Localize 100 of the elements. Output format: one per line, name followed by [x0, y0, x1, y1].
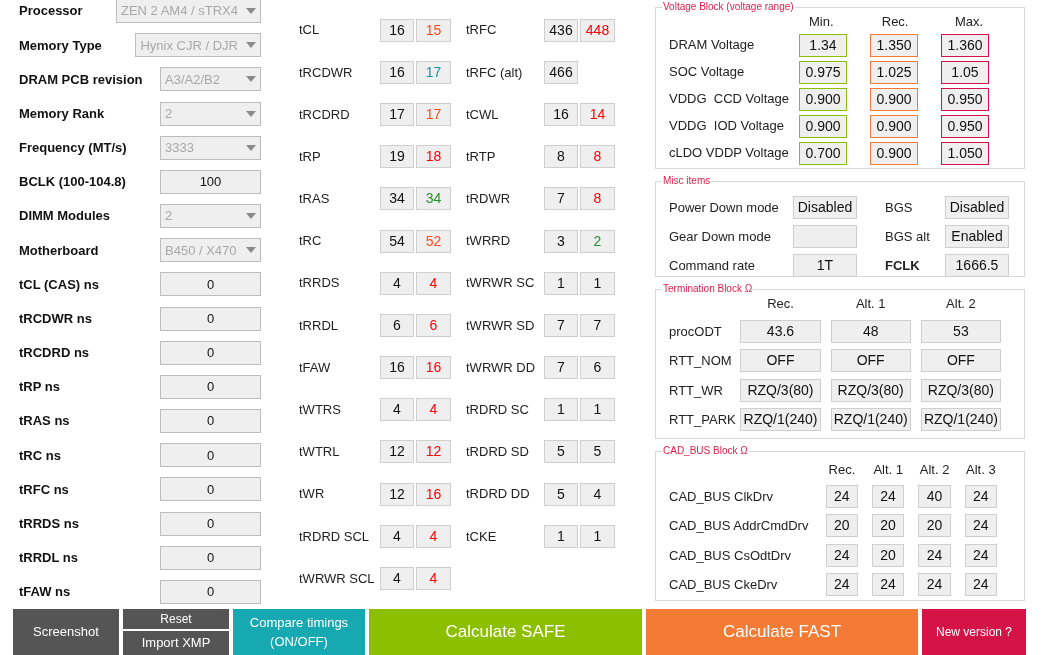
- timing-alt-value: 448: [580, 18, 615, 42]
- timing-label: tWRWR SC: [466, 274, 536, 293]
- caret-icon: [246, 110, 256, 117]
- termination-value: 43.6: [740, 319, 821, 343]
- cad-bus-label: CAD_BUS AddrCmdDrv: [669, 517, 810, 535]
- import-button[interactable]: Import XMP: [123, 631, 229, 655]
- termination-value: RZQ/3(80): [830, 378, 911, 402]
- voltage-value: 1.05: [941, 60, 989, 84]
- setting-label: Frequency (MT/s): [19, 139, 127, 157]
- timing-alt-value: 14: [580, 102, 615, 126]
- timing-alt-value: 4: [416, 398, 451, 422]
- timing-value: 17: [380, 102, 414, 126]
- timing-alt-value: 4: [580, 482, 615, 506]
- setting-label: Processor: [19, 2, 83, 21]
- voltage-value: 1.025: [870, 60, 918, 84]
- input-field[interactable]: 0: [160, 545, 261, 570]
- timing-value: 4: [380, 398, 414, 422]
- input-field[interactable]: 0: [160, 580, 261, 604]
- timing-value: 7: [544, 187, 578, 211]
- cad-bus-value: 24: [964, 514, 997, 538]
- timing-value: 466: [544, 60, 578, 84]
- column-header: Rec.: [827, 461, 857, 479]
- setting-label: tRFC ns: [19, 480, 69, 499]
- timing-alt-value: 15: [416, 18, 451, 42]
- setting-label: tRCDWR ns: [19, 309, 92, 328]
- voltage-value: 0.900: [799, 114, 847, 138]
- termination-value: 48: [830, 319, 911, 343]
- misc-value: 1T: [793, 254, 857, 277]
- timing-value: 6: [380, 313, 414, 337]
- termination-value: RZQ/3(80): [920, 378, 1001, 402]
- timing-alt-value: 1: [580, 398, 615, 422]
- timing-value: 1: [544, 398, 578, 422]
- misc-label: FCLK: [885, 256, 921, 275]
- voltage-label: cLDO VDDP Voltage: [669, 144, 790, 163]
- reset-button[interactable]: Reset: [123, 609, 229, 629]
- termination-value: OFF: [830, 349, 911, 373]
- timing-value: 1: [544, 271, 578, 295]
- cad-bus-value: 24: [825, 484, 858, 508]
- cad-bus-value: 40: [918, 484, 951, 508]
- cad-bus-value: 24: [964, 573, 997, 597]
- input-field[interactable]: 0: [160, 340, 261, 365]
- timing-alt-value: 5: [580, 440, 615, 464]
- misc-label: Command rate: [669, 256, 756, 275]
- termination-label: RTT_NOM: [669, 352, 733, 370]
- timing-value: 12: [380, 440, 414, 464]
- timing-label: tRC: [299, 232, 323, 251]
- misc-label: BGS alt: [885, 227, 931, 246]
- voltage-value: 0.975: [799, 60, 847, 84]
- cad-bus-value: 24: [871, 484, 905, 508]
- cad-bus-value: 24: [871, 573, 905, 597]
- setting-label: tCL (CAS) ns: [19, 275, 99, 294]
- setting-label: BCLK (100-104.8): [19, 173, 126, 192]
- cad-bus-value: 24: [918, 543, 951, 567]
- caret-icon: [246, 213, 256, 220]
- cad-bus-value: 24: [964, 543, 997, 567]
- input-field[interactable]: 0: [160, 272, 261, 297]
- input-field[interactable]: 0: [160, 374, 261, 399]
- voltage-value: 1.360: [941, 33, 989, 57]
- timing-label: tFAW: [299, 358, 332, 377]
- cad-bus-value: 20: [871, 514, 905, 538]
- new-button[interactable]: New version ?: [922, 609, 1026, 655]
- cad-bus-label: CAD_BUS ClkDrv: [669, 487, 774, 506]
- column-header: Rec.: [766, 295, 795, 313]
- timing-label: tWRWR DD: [466, 358, 537, 377]
- cad-bus-label: CAD_BUS CkeDrv: [669, 576, 779, 594]
- timing-value: 5: [544, 440, 578, 464]
- timing-value: 5: [544, 482, 578, 506]
- timing-alt-value: 8: [580, 145, 615, 169]
- input-field[interactable]: 0: [160, 511, 261, 536]
- timing-label: tWR: [299, 485, 326, 504]
- termination-value: OFF: [740, 349, 821, 373]
- voltage-value: 0.900: [870, 114, 918, 138]
- input-field[interactable]: 0: [160, 477, 261, 502]
- empty-value-box: [793, 225, 857, 248]
- termination-value: RZQ/1(240): [920, 408, 1001, 432]
- voltage-value: 1.350: [870, 33, 918, 57]
- termination-value: RZQ/3(80): [740, 378, 821, 402]
- misc-value: Disabled: [793, 196, 857, 219]
- timing-value: 1: [544, 524, 578, 548]
- timing-label: tCL: [299, 21, 321, 40]
- timing-label: tWRWR SCL: [299, 569, 376, 588]
- voltage-value: 0.700: [799, 141, 847, 165]
- timing-label: tRRDS: [299, 274, 341, 293]
- caret-icon: [246, 42, 256, 49]
- voltage-value: 0.950: [941, 114, 989, 138]
- timing-value: 3: [544, 229, 578, 253]
- input-field[interactable]: 0: [160, 306, 261, 331]
- timing-value: 16: [380, 356, 414, 380]
- column-header: Alt. 2: [918, 461, 951, 479]
- timing-label: tRDRD SC: [466, 401, 530, 420]
- column-header: Alt. 3: [965, 461, 997, 479]
- screenshot-button[interactable]: Screenshot: [13, 609, 119, 655]
- column-header: Alt. 2: [945, 295, 977, 313]
- input-field[interactable]: 0: [160, 443, 261, 468]
- input-field[interactable]: 100: [160, 169, 261, 194]
- voltage-label: VDDG IOD Voltage: [669, 117, 785, 136]
- timing-value: 7: [544, 356, 578, 380]
- timing-value: 7: [544, 313, 578, 337]
- input-field[interactable]: 0: [160, 409, 261, 434]
- termination-value: RZQ/1(240): [740, 408, 821, 432]
